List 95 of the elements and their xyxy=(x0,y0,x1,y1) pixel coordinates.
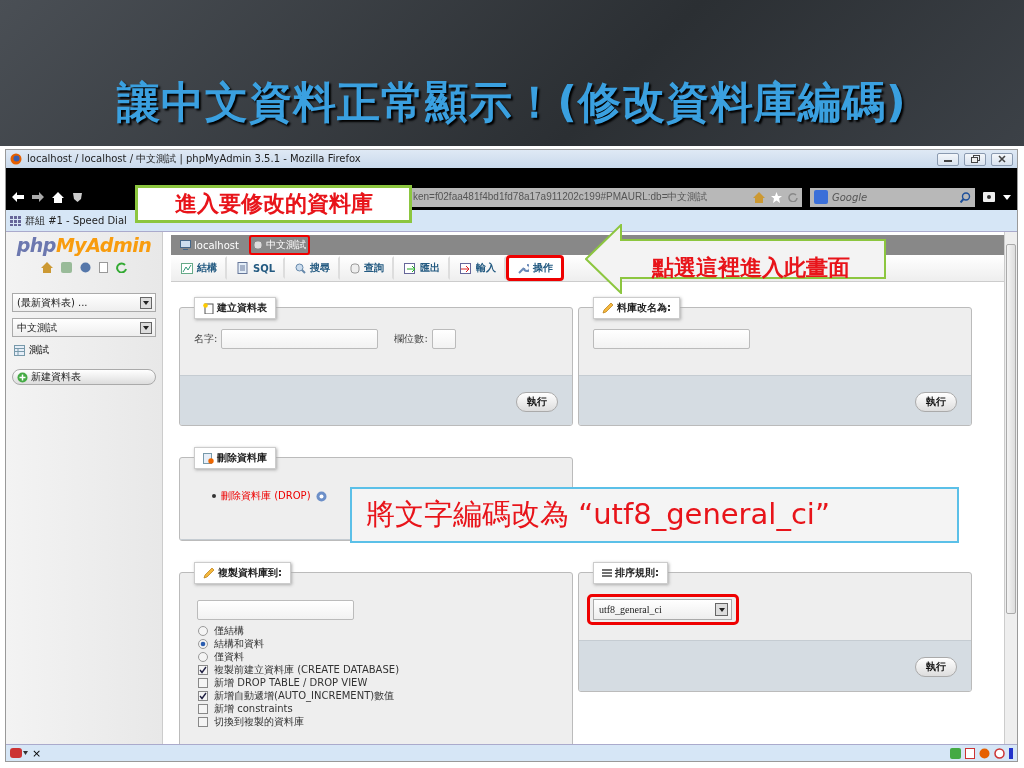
tab[interactable]: 操作 xyxy=(506,255,565,281)
table-icon xyxy=(14,344,25,356)
checkbox[interactable] xyxy=(198,677,208,688)
checkbox[interactable] xyxy=(198,690,208,701)
go-button[interactable]: 執行 xyxy=(516,391,558,412)
text-field[interactable] xyxy=(593,329,750,349)
reload-icon xyxy=(116,262,127,273)
database-icon xyxy=(252,240,263,250)
radio-button[interactable] xyxy=(198,625,208,636)
screenshot-icon xyxy=(983,192,995,202)
star-icon xyxy=(771,191,782,203)
table-select[interactable]: (最新資料表) ... xyxy=(12,293,156,312)
close-icon xyxy=(998,155,1006,163)
logo: phpMyAdmin xyxy=(15,234,153,256)
dropdown-icon xyxy=(143,325,149,330)
new-table-button[interactable]: 新建資料表 xyxy=(12,369,156,385)
search-icon xyxy=(295,262,307,274)
go-button[interactable]: 執行 xyxy=(915,657,957,677)
pencil-icon xyxy=(203,567,215,579)
search-engine-icon xyxy=(814,190,828,204)
dropdown-icon xyxy=(1003,194,1011,200)
server-icon xyxy=(180,240,191,250)
panel-legend: 料庫改名為: xyxy=(617,301,671,315)
breadcrumb-link[interactable]: 中文測試 xyxy=(248,235,310,255)
back-icon xyxy=(12,192,24,202)
radio-button[interactable] xyxy=(198,638,208,649)
breadcrumb-link[interactable]: localhost xyxy=(176,236,243,254)
go-button[interactable]: 執行 xyxy=(915,391,957,412)
option-label: 僅資料 xyxy=(214,649,244,664)
minimize-button[interactable] xyxy=(937,152,959,166)
pencil-icon xyxy=(602,302,614,314)
tab[interactable]: 結構 xyxy=(171,256,227,280)
close-icon[interactable]: × xyxy=(32,746,42,760)
panel-legend: 複製資料庫到: xyxy=(218,566,282,580)
option-label: 新增 constraints xyxy=(214,702,293,716)
radio-button[interactable] xyxy=(198,651,208,662)
dropdown-icon xyxy=(143,300,149,305)
dropdown-icon xyxy=(718,607,725,612)
delete-table-icon xyxy=(203,452,214,464)
option-label: 切換到複製的資料庫 xyxy=(214,714,304,729)
database-select[interactable]: 中文測試 xyxy=(12,318,156,337)
panel-legend: 建立資料表 xyxy=(217,301,267,315)
slide-title: 讓中文資料正常顯示！(修改資料庫編碼) xyxy=(117,76,907,129)
plus-icon xyxy=(17,371,28,383)
new-table-icon xyxy=(203,302,214,314)
option-label: 新增 DROP TABLE / DROP VIEW xyxy=(214,675,368,690)
home-icon xyxy=(41,262,53,273)
option-label: 結構和資料 xyxy=(214,636,264,651)
option-label: 複製前建立資料庫 (CREATE DATABASE) xyxy=(214,662,400,677)
home-icon xyxy=(753,191,765,203)
search-field[interactable]: Google xyxy=(810,187,975,207)
address-bar[interactable]: ken=f02faa481f4bd1fd78a17a911202c199#PMAURL:db=中文測試 xyxy=(409,187,802,207)
callout-box: 進入要修改的資料庫 xyxy=(135,185,412,223)
panel-legend: 刪除資料庫 xyxy=(217,451,267,465)
panel-legend: 排序規則: xyxy=(615,566,659,580)
text-field[interactable] xyxy=(197,600,354,620)
clock-icon xyxy=(994,747,1005,759)
tab[interactable]: 匯出 xyxy=(394,256,451,280)
search-icon xyxy=(960,191,971,203)
callout-note: 將文字編碼改為 “utf8_general_ci” xyxy=(350,487,959,543)
structure-icon xyxy=(181,262,193,274)
bullet-icon xyxy=(212,494,216,498)
bookmark-link[interactable]: 群組 #1 - Speed Dial xyxy=(25,213,127,228)
restore-icon xyxy=(970,155,980,163)
browser-logo-icon xyxy=(10,153,22,165)
tab[interactable]: 搜尋 xyxy=(285,256,341,280)
export-icon xyxy=(404,262,417,274)
collation-select[interactable]: utf8_general_ci xyxy=(593,599,732,620)
home-icon xyxy=(52,191,64,203)
checkbox[interactable] xyxy=(198,664,208,675)
restore-button[interactable] xyxy=(964,152,986,166)
wrench-icon xyxy=(517,262,530,274)
tab[interactable]: 查詢 xyxy=(340,256,395,280)
import-icon xyxy=(460,262,473,274)
browser-logo-icon xyxy=(979,747,990,759)
tab[interactable]: SQL xyxy=(227,257,286,279)
grid-icon xyxy=(10,215,21,226)
text-field[interactable] xyxy=(431,329,456,349)
shield-icon xyxy=(72,191,83,203)
callout-text: 點選這裡進入此畫面 xyxy=(650,254,851,282)
database-icon xyxy=(350,262,361,274)
list-icon xyxy=(602,568,612,578)
table-link[interactable]: 測試 xyxy=(29,343,49,357)
option-label: 僅結構 xyxy=(214,623,244,638)
checkbox[interactable] xyxy=(198,703,208,714)
forward-icon xyxy=(32,192,44,202)
field-label: 名字: xyxy=(194,332,218,346)
reload-icon xyxy=(788,192,798,202)
checkbox[interactable] xyxy=(198,716,208,727)
close-button[interactable] xyxy=(991,152,1013,166)
text-field[interactable] xyxy=(221,329,379,349)
drop-database-link[interactable]: 刪除資料庫 (DROP) xyxy=(221,489,311,503)
option-label: 新增自動遞增(AUTO_INCREMENT)數值 xyxy=(214,688,395,703)
field-label: 欄位數: xyxy=(394,332,428,346)
window-title: localhost / localhost / 中文測試 | phpMyAdmin 3.5.1 - Mozilla Firefox xyxy=(27,152,362,166)
